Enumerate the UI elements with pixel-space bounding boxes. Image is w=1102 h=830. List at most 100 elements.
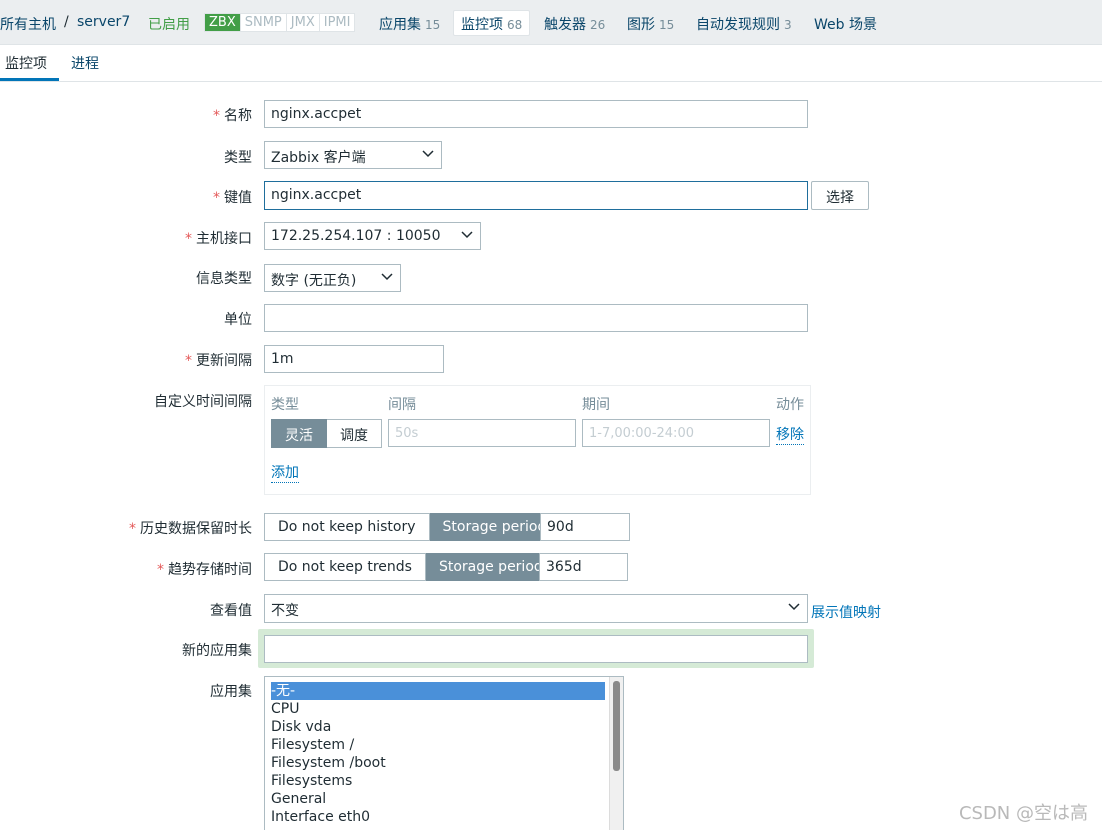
- key-label: * 键值: [213, 187, 252, 207]
- zbx-badge: ZBX: [205, 14, 240, 31]
- key-label-text: 键值: [224, 190, 252, 206]
- required-marker: *: [129, 521, 136, 537]
- custom-intervals-label: 自定义时间间隔: [154, 394, 252, 410]
- tab-items-count: 68: [507, 18, 523, 32]
- remove-interval-link[interactable]: 移除: [776, 424, 804, 445]
- application-option[interactable]: CPU: [265, 700, 623, 718]
- col-action-header: 动作: [776, 397, 804, 413]
- chevron-down-icon: [381, 273, 393, 281]
- chevron-down-icon: [422, 150, 434, 158]
- tab-discovery-count: 3: [784, 18, 792, 32]
- flexible-option[interactable]: 灵活: [271, 419, 327, 448]
- units-label: 单位: [224, 312, 252, 328]
- key-select-button[interactable]: 选择: [811, 181, 869, 210]
- application-option[interactable]: General: [265, 790, 623, 808]
- active-tab-indicator: [0, 78, 59, 81]
- trends-label: * 趋势存储时间: [157, 559, 252, 579]
- jmx-badge: JMX: [285, 14, 319, 31]
- applications-listbox[interactable]: -无- CPU Disk vda Filesystem / Filesystem…: [264, 676, 624, 830]
- custom-intervals-table: 类型 间隔 期间 动作 灵活 调度 50s 1-7,00:00-24:00 移除…: [264, 385, 811, 495]
- type-select-value: Zabbix 客户端: [271, 150, 366, 166]
- interval-label: * 更新间隔: [185, 350, 252, 370]
- name-label: * 名称: [213, 105, 252, 125]
- application-option[interactable]: Filesystem /boot: [265, 754, 623, 772]
- col-type-header: 类型: [271, 397, 299, 413]
- type-select[interactable]: Zabbix 客户端: [264, 141, 442, 169]
- required-marker: *: [157, 562, 164, 578]
- form-tabs: 监控项 进程: [0, 45, 1102, 82]
- custom-period-input[interactable]: 1-7,00:00-24:00: [582, 419, 770, 447]
- trends-input[interactable]: 365d: [539, 553, 628, 581]
- scheduling-option[interactable]: 调度: [327, 419, 382, 448]
- tab-applications[interactable]: 应用集 15: [379, 14, 440, 34]
- history-label: * 历史数据保留时长: [129, 518, 252, 538]
- application-option[interactable]: Interface eth0: [265, 808, 623, 826]
- availability-badges: ZBX SNMP JMX IPMI: [204, 13, 356, 32]
- tab-graphs-count: 15: [659, 18, 675, 32]
- key-input[interactable]: nginx.accpet: [264, 181, 808, 210]
- watermark: CSDN @空は高: [958, 803, 1088, 824]
- add-interval-link[interactable]: 添加: [271, 462, 299, 483]
- application-option[interactable]: Filesystems: [265, 772, 623, 790]
- interval-label-text: 更新间隔: [196, 353, 252, 369]
- required-marker: *: [213, 190, 220, 206]
- tab-applications-label: 应用集: [379, 17, 421, 33]
- chevron-down-icon: [788, 603, 800, 611]
- interface-label: * 主机接口: [185, 228, 252, 248]
- interface-select-value: 172.25.254.107 : 10050: [271, 228, 441, 244]
- tab-applications-count: 15: [425, 18, 441, 32]
- breadcrumb-separator: /: [64, 14, 69, 30]
- col-period-header: 期间: [582, 397, 610, 413]
- new-application-input[interactable]: [264, 635, 808, 663]
- valuemap-select[interactable]: 不变: [264, 594, 808, 623]
- trends-mode-toggle: Do not keep trends Storage period: [264, 553, 557, 581]
- history-do-not-keep[interactable]: Do not keep history: [264, 513, 430, 541]
- history-input[interactable]: 90d: [540, 513, 630, 541]
- breadcrumb-all-hosts[interactable]: 所有主机: [0, 14, 56, 34]
- interface-label-text: 主机接口: [196, 231, 252, 247]
- chevron-down-icon: [461, 231, 473, 239]
- applications-label: 应用集: [210, 684, 252, 700]
- name-label-text: 名称: [224, 108, 252, 124]
- tab-triggers-label: 触发器: [544, 17, 586, 33]
- name-input[interactable]: nginx.accpet: [264, 100, 808, 128]
- trends-do-not-keep[interactable]: Do not keep trends: [264, 553, 426, 581]
- tab-discovery-label: 自动发现规则: [696, 17, 780, 33]
- tab-triggers-count: 26: [590, 18, 606, 32]
- tab-triggers[interactable]: 触发器 26: [544, 14, 605, 34]
- breadcrumb-host[interactable]: server7: [77, 14, 130, 30]
- interface-select[interactable]: 172.25.254.107 : 10050: [264, 222, 481, 250]
- application-option[interactable]: Disk vda: [265, 718, 623, 736]
- type-label: 类型: [224, 150, 252, 166]
- listbox-scrollbar[interactable]: [609, 677, 623, 830]
- custom-interval-input[interactable]: 50s: [388, 419, 576, 447]
- tab-discovery-rules[interactable]: 自动发现规则 3: [696, 14, 792, 34]
- tab-graphs[interactable]: 图形 15: [627, 14, 674, 34]
- scrollbar-thumb[interactable]: [613, 681, 620, 771]
- trends-label-text: 趋势存储时间: [168, 562, 252, 578]
- new-application-label: 新的应用集: [182, 643, 252, 659]
- history-mode-toggle: Do not keep history Storage period: [264, 513, 561, 541]
- required-marker: *: [185, 353, 192, 369]
- application-option[interactable]: Filesystem /: [265, 736, 623, 754]
- application-option[interactable]: -无-: [271, 682, 605, 700]
- info-type-select[interactable]: 数字 (无正负): [264, 264, 401, 292]
- tab-graphs-label: 图形: [627, 17, 655, 33]
- ipmi-badge: IPMI: [318, 14, 355, 31]
- tab-items-label: 监控项: [461, 17, 503, 33]
- interval-type-toggle: 灵活 调度: [271, 419, 382, 448]
- interval-input[interactable]: 1m: [264, 345, 444, 373]
- subtab-preprocessing[interactable]: 进程: [71, 53, 99, 73]
- required-marker: *: [185, 231, 192, 247]
- tab-web-scenarios[interactable]: Web 场景: [814, 14, 877, 34]
- show-value-mappings-link[interactable]: 展示值映射: [811, 602, 881, 622]
- units-input[interactable]: [264, 304, 808, 332]
- valuemap-label: 查看值: [210, 603, 252, 619]
- subtab-item[interactable]: 监控项: [5, 53, 47, 73]
- snmp-badge: SNMP: [239, 14, 286, 31]
- required-marker: *: [213, 108, 220, 124]
- trends-storage-period[interactable]: Storage period: [425, 553, 557, 581]
- info-type-select-value: 数字 (无正负): [271, 273, 357, 289]
- tab-items[interactable]: 监控项 68: [453, 10, 531, 36]
- host-status-enabled[interactable]: 已启用: [148, 14, 190, 34]
